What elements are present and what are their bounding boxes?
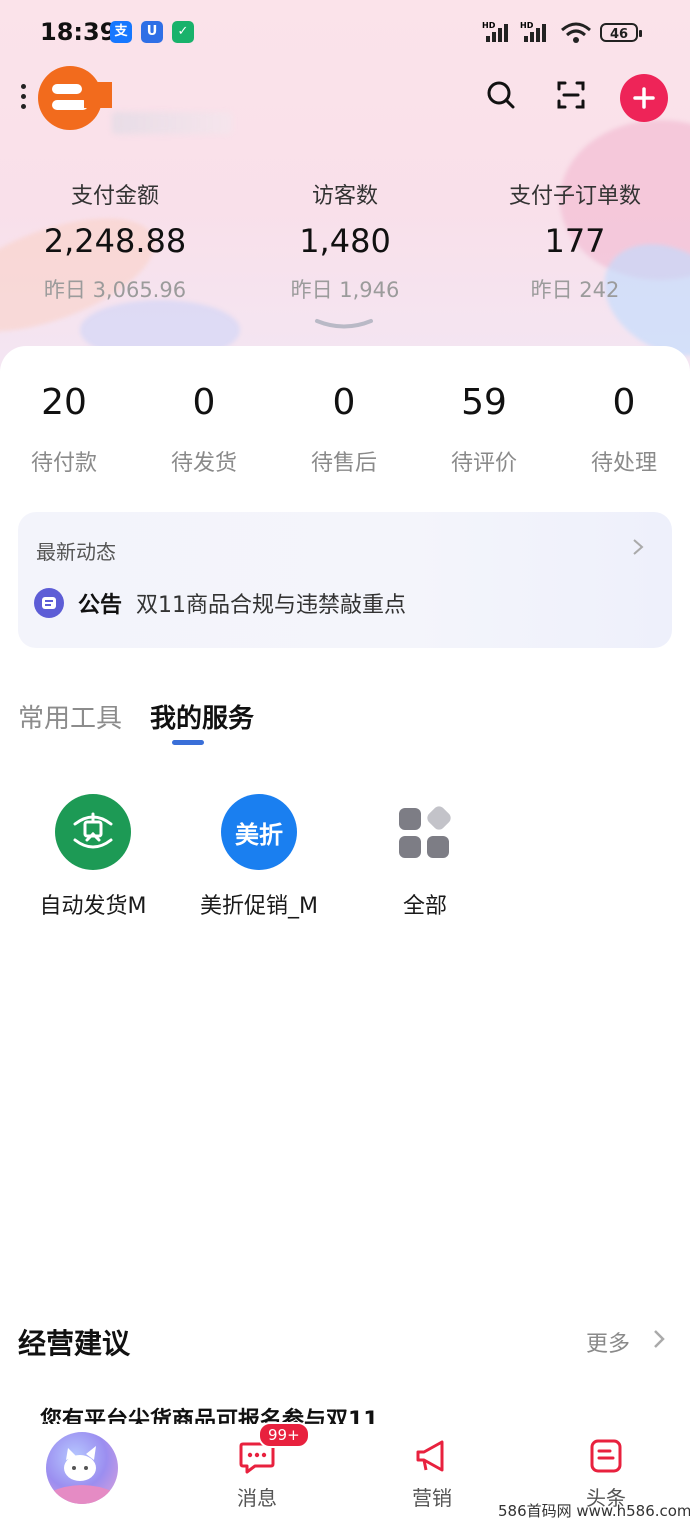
expand-chevron-icon[interactable] — [313, 318, 375, 332]
stat-yesterday: 昨日 3,065.96 — [43, 278, 187, 302]
tab-marketing[interactable]: 营销 — [372, 1424, 492, 1511]
tab-label: 营销 — [412, 1486, 452, 1510]
svg-text:HD: HD — [520, 21, 534, 30]
plus-icon — [633, 87, 655, 109]
stat-payment-amount[interactable]: 支付金额 2,248.88 昨日 3,065.96 — [0, 178, 230, 304]
order-label: 待发货 — [170, 451, 237, 476]
shop-name-redacted — [112, 112, 232, 134]
tab-indicator — [172, 740, 204, 745]
wifi-icon — [561, 22, 591, 43]
stat-label: 支付金额 — [70, 184, 159, 209]
tab-label: 消息 — [237, 1486, 277, 1510]
scan-icon[interactable] — [548, 72, 594, 118]
megaphone-icon — [372, 1436, 492, 1476]
headlines-icon — [546, 1436, 666, 1476]
service-name: 全部 — [402, 894, 447, 919]
stat-visitors[interactable]: 访客数 1,480 昨日 1,946 — [230, 178, 460, 304]
advice-title: 经营建议 — [18, 1327, 131, 1360]
order-count: 0 — [332, 382, 356, 423]
order-pending-shipment[interactable]: 0 待发货 — [135, 382, 273, 477]
order-pending-handle[interactable]: 0 待处理 — [555, 382, 690, 477]
order-label: 待处理 — [590, 451, 657, 476]
service-name: 自动发货M — [39, 894, 147, 919]
order-label: 待付款 — [30, 451, 97, 476]
tab-common-tools[interactable]: 常用工具 — [18, 698, 122, 735]
stat-yesterday: 昨日 1,946 — [290, 278, 400, 302]
service-meizhe[interactable]: 美折 美折促销_M — [174, 794, 344, 920]
chevron-right-icon[interactable] — [652, 1328, 666, 1350]
order-status-row: 20 待付款 0 待发货 0 待售后 59 待评价 0 待处理 — [0, 382, 690, 492]
shop-logo-tab — [84, 82, 112, 108]
order-label: 待评价 — [450, 451, 517, 476]
news-text: 双11商品合规与违禁敲重点 — [136, 593, 407, 618]
order-count: 0 — [612, 382, 636, 423]
meizhe-icon: 美折 — [221, 794, 297, 870]
signal-icon: HD — [520, 21, 546, 42]
news-tag: 公告 — [78, 593, 123, 618]
order-label: 待售后 — [310, 451, 377, 476]
more-menu-icon[interactable] — [20, 84, 28, 114]
all-apps-icon — [387, 794, 463, 870]
chevron-right-icon — [633, 539, 644, 555]
stat-value: 2,248.88 — [43, 222, 187, 260]
watermark: 586首码网 www.h586.com — [498, 1502, 690, 1520]
service-auto-ship[interactable]: 自动发货M — [8, 794, 178, 920]
messages-badge: 99+ — [258, 1422, 310, 1448]
tab-my-services[interactable]: 我的服务 — [150, 698, 254, 735]
stats-panel: 支付金额 2,248.88 昨日 3,065.96 访客数 1,480 昨日 1… — [0, 178, 690, 308]
service-all[interactable]: 全部 — [340, 794, 510, 920]
order-pending-review[interactable]: 59 待评价 — [415, 382, 553, 477]
order-after-sales[interactable]: 0 待售后 — [275, 382, 413, 477]
status-bar: 18:39 支 U ✓ HD HD 46 — [0, 0, 690, 66]
shield-app-icon: U — [141, 21, 163, 43]
news-item[interactable]: 公告 双11商品合规与违禁敲重点 — [34, 588, 406, 618]
service-name: 美折促销_M — [200, 894, 318, 919]
home-avatar[interactable] — [46, 1432, 118, 1504]
order-count: 0 — [192, 382, 216, 423]
news-title: 最新动态 — [36, 540, 116, 564]
battery-indicator: 46 — [600, 23, 642, 42]
meizhe-icon-text: 美折 — [235, 820, 283, 849]
stat-yesterday: 昨日 242 — [530, 278, 620, 302]
svg-text:HD: HD — [482, 21, 496, 30]
signal-icon: HD — [482, 21, 508, 42]
alipay-icon: 支 — [110, 21, 132, 43]
announcement-icon — [34, 588, 64, 618]
add-button[interactable] — [620, 74, 668, 122]
stat-label: 访客数 — [311, 184, 378, 209]
news-card[interactable]: 最新动态 公告 双11商品合规与违禁敲重点 — [18, 512, 672, 648]
services-grid: 自动发货M 美折 美折促销_M 全部 — [0, 794, 690, 934]
advice-more-link[interactable]: 更多 — [586, 1326, 630, 1358]
status-time: 18:39 — [40, 18, 117, 46]
search-icon[interactable] — [478, 72, 524, 118]
stat-sub-orders[interactable]: 支付子订单数 177 昨日 242 — [460, 178, 690, 304]
stat-label: 支付子订单数 — [508, 184, 641, 209]
order-pending-payment[interactable]: 20 待付款 — [0, 382, 133, 477]
top-bar — [0, 66, 690, 136]
tab-headlines[interactable]: 头条 — [546, 1424, 666, 1511]
order-count: 59 — [461, 382, 507, 423]
order-count: 20 — [41, 382, 87, 423]
stat-value: 177 — [544, 222, 606, 260]
advice-item[interactable]: 您有平台尖货商品可报名参与双11 — [40, 1402, 379, 1426]
security-app-icon: ✓ — [172, 21, 194, 43]
stat-value: 1,480 — [299, 222, 391, 260]
auto-ship-icon — [55, 794, 131, 870]
